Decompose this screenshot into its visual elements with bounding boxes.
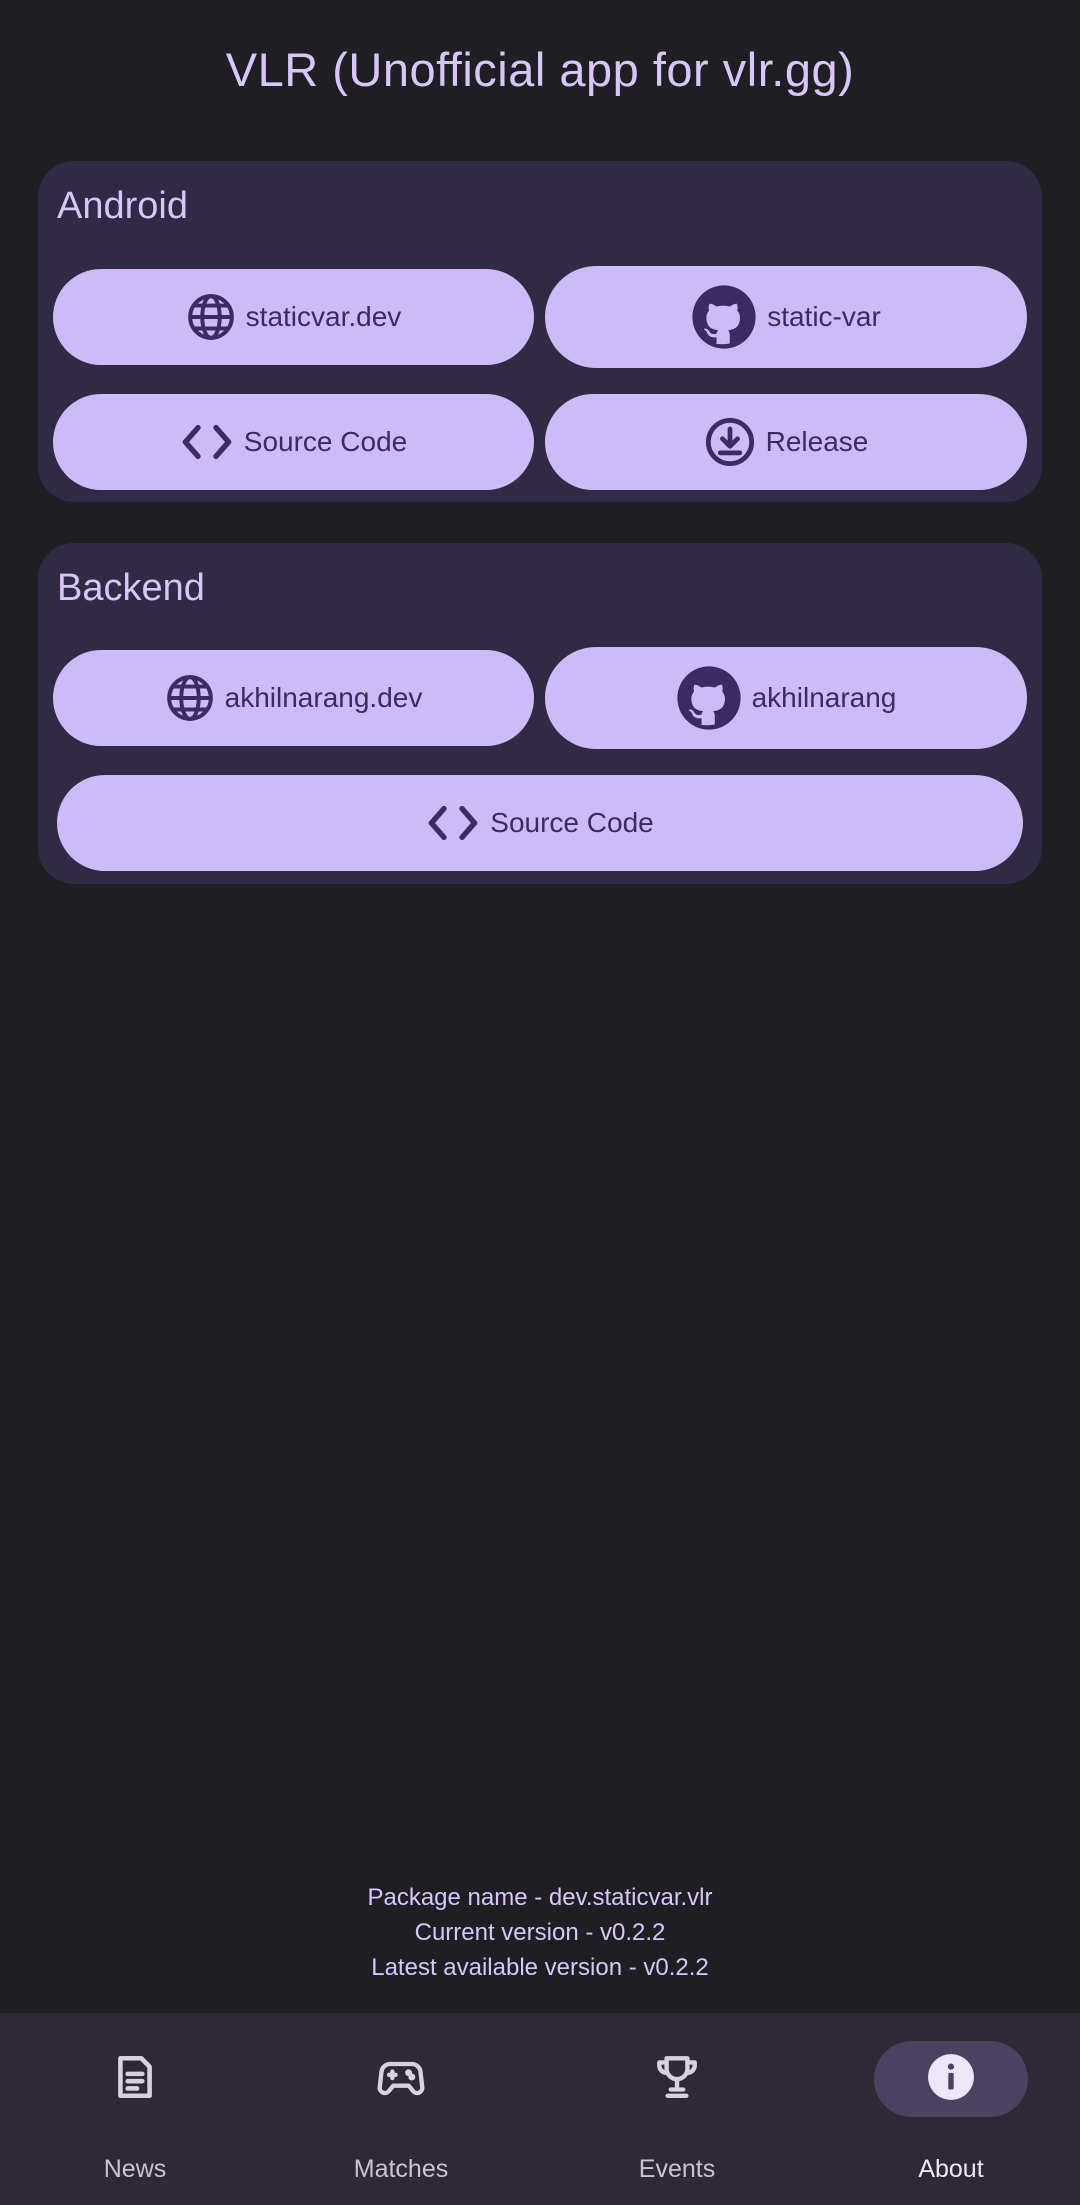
nav-label-matches: Matches xyxy=(353,2155,449,2183)
backend-github-label: akhilnarang xyxy=(751,682,897,713)
trophy-icon xyxy=(652,2052,702,2107)
android-website-label: staticvar.dev xyxy=(245,301,402,332)
app-title: VLR (Unofficial app for vlr.gg) xyxy=(225,43,855,96)
backend-card-title: Backend xyxy=(57,567,205,609)
nav-item-about[interactable]: About xyxy=(816,2013,1080,2205)
globe-icon xyxy=(165,673,215,723)
nav-label-events: Events xyxy=(638,2155,716,2183)
about-screen: VLR (Unofficial app for vlr.gg) Android … xyxy=(0,0,1080,2205)
nav-item-events[interactable]: Events xyxy=(542,2013,812,2205)
android-github-label: static-var xyxy=(767,301,881,332)
download-icon xyxy=(704,416,756,468)
code-icon xyxy=(180,423,234,461)
info-icon xyxy=(926,2052,976,2107)
package-name: Package name - dev.staticvar.vlr xyxy=(367,1884,713,1911)
backend-website-label: akhilnarang.dev xyxy=(224,682,423,713)
article-icon xyxy=(110,2052,160,2107)
current-version: Current version - v0.2.2 xyxy=(414,1919,666,1946)
gamepad-icon xyxy=(375,2051,427,2108)
android-card: Android staticvar.dev static-var Source … xyxy=(38,161,1042,502)
backend-website-button[interactable]: akhilnarang.dev xyxy=(53,650,534,746)
backend-github-button[interactable]: akhilnarang xyxy=(545,647,1027,749)
globe-icon xyxy=(186,292,236,342)
bottom-navigation-bar: News Matches Events About xyxy=(0,2013,1080,2205)
backend-source-code-label: Source Code xyxy=(490,807,654,838)
android-github-button[interactable]: static-var xyxy=(545,266,1027,368)
android-release-label: Release xyxy=(765,426,869,457)
github-icon xyxy=(691,284,757,350)
nav-label-news: News xyxy=(103,2155,167,2183)
nav-label-about: About xyxy=(918,2155,984,2183)
latest-version: Latest available version - v0.2.2 xyxy=(371,1954,709,1981)
android-release-button[interactable]: Release xyxy=(545,394,1027,490)
github-icon xyxy=(676,665,742,731)
nav-item-matches[interactable]: Matches xyxy=(266,2013,536,2205)
backend-card: Backend akhilnarang.dev akhilnarang Sour… xyxy=(38,543,1042,884)
android-source-code-button[interactable]: Source Code xyxy=(53,394,534,490)
app-info: Package name - dev.staticvar.vlr Current… xyxy=(0,1880,1080,1985)
android-card-title: Android xyxy=(57,185,188,227)
active-indicator xyxy=(874,2041,1028,2117)
android-source-code-label: Source Code xyxy=(243,426,408,457)
code-icon xyxy=(426,804,480,842)
android-website-button[interactable]: staticvar.dev xyxy=(53,269,534,365)
backend-source-code-button[interactable]: Source Code xyxy=(57,775,1023,871)
nav-item-news[interactable]: News xyxy=(0,2013,270,2205)
